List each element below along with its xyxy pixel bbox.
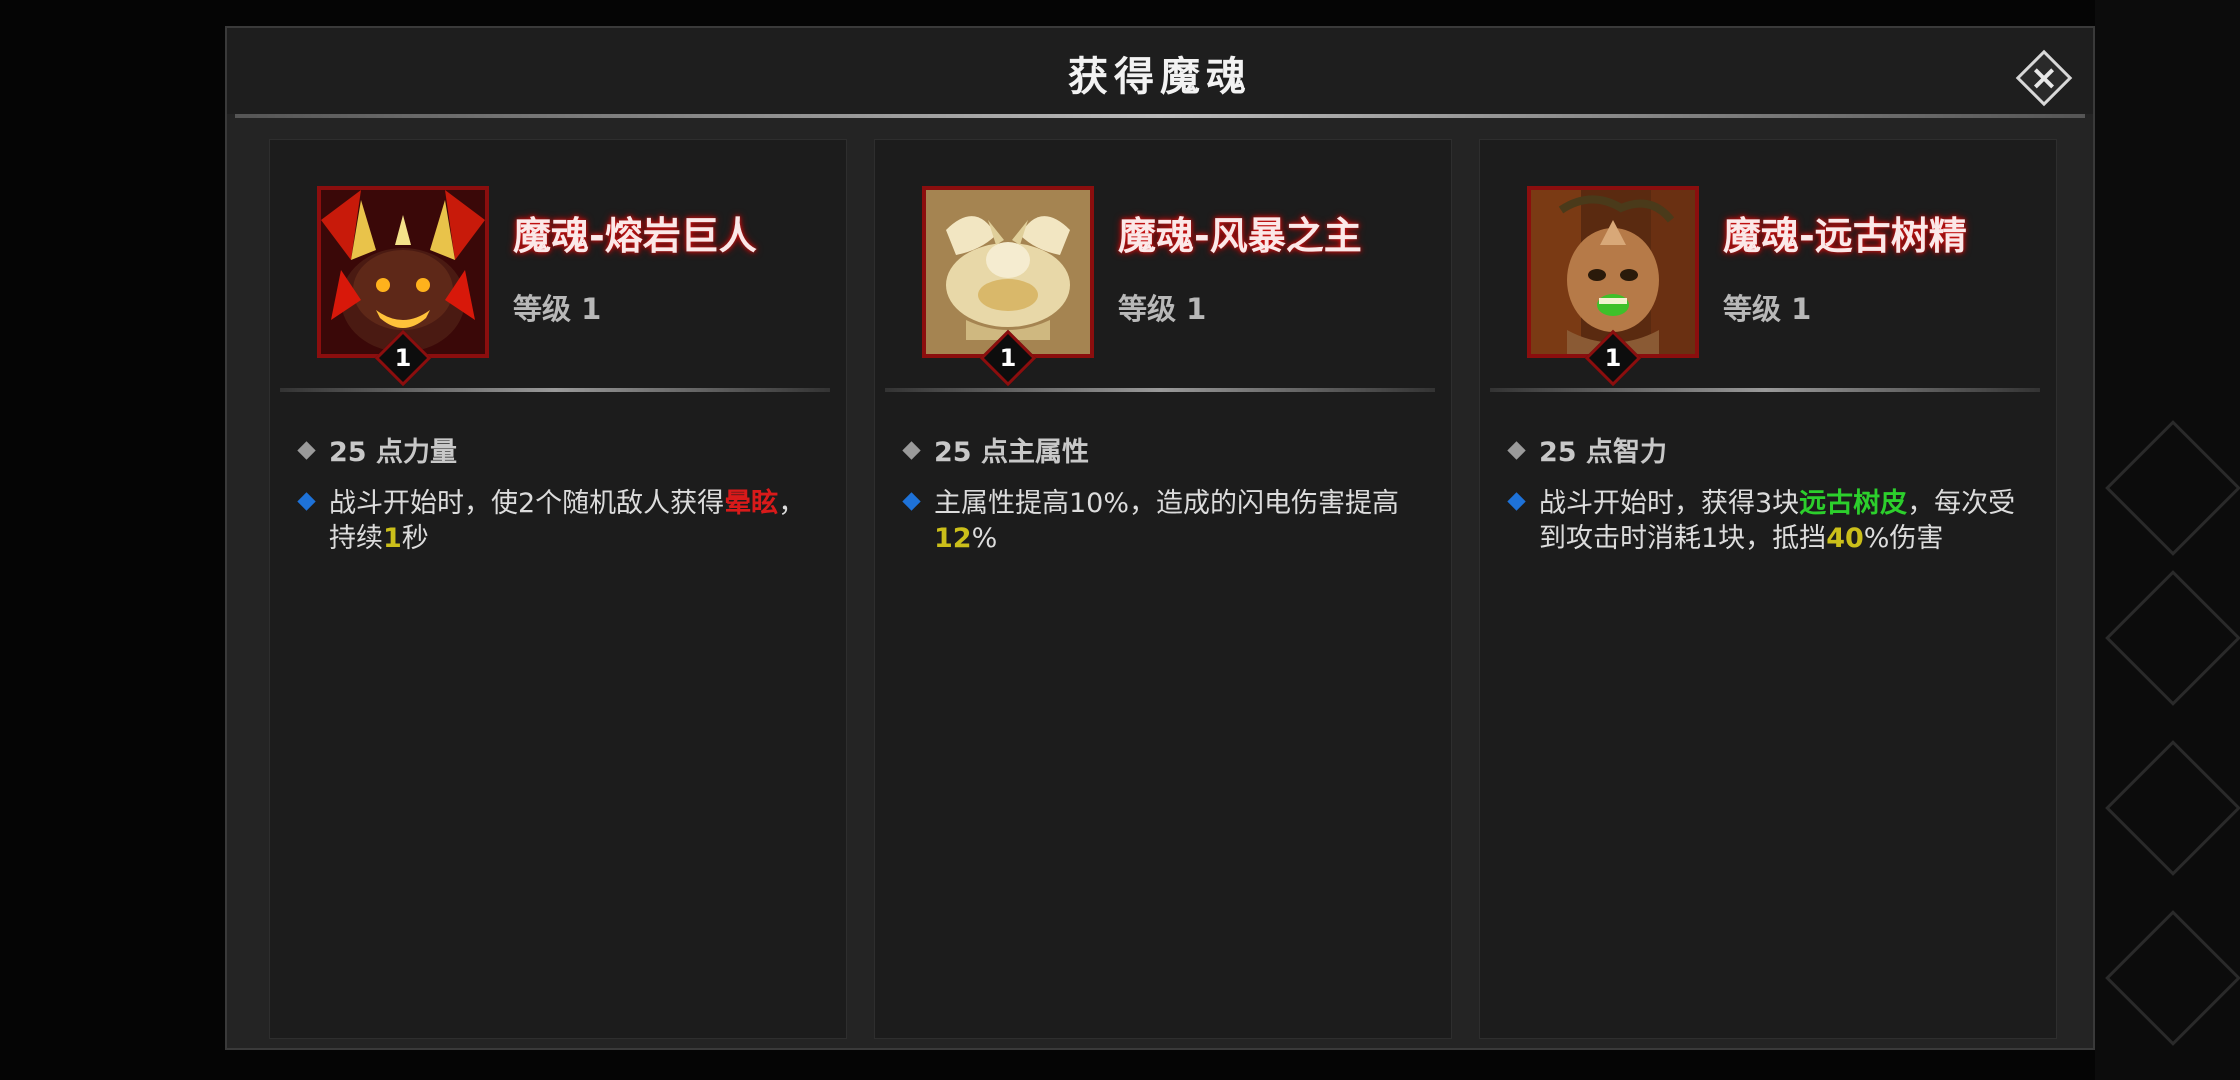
- stat-text: 25 点力量: [329, 437, 457, 468]
- soul-level: 等级 1: [513, 292, 602, 326]
- background-menu-icon: [2105, 910, 2240, 1046]
- soul-name: 魔魂-远古树精: [1723, 214, 1967, 258]
- stat-line: 25 点主属性: [902, 430, 1089, 469]
- soul-reward-dialog: 获得魔魂 × 1 魔魂-熔岩巨人 等级 1 25 点力量 战斗开始时，使2个随机…: [225, 26, 2095, 1050]
- level-badge: 1: [1584, 329, 1642, 387]
- effect-number: 1: [383, 523, 402, 554]
- effect-line: 战斗开始时，使2个随机敌人获得晕眩，持续1秒: [297, 486, 830, 556]
- close-icon: ×: [2029, 58, 2059, 98]
- soul-card-storm-lord[interactable]: 1 魔魂-风暴之主 等级 1 25 点主属性 主属性提高10%，造成的闪电伤害提…: [874, 139, 1452, 1039]
- effect-text-part: 战斗开始时，获得3块: [1539, 488, 1800, 519]
- background-side-menu: [2095, 0, 2240, 1080]
- effect-text: 主属性提高10%，造成的闪电伤害提高 12%: [934, 486, 1434, 556]
- effect-line: 战斗开始时，获得3块远古树皮，每次受到攻击时消耗1块，抵挡40%伤害: [1507, 486, 2040, 556]
- card-divider: [885, 388, 1435, 392]
- blue-diamond-icon: [902, 492, 921, 511]
- card-divider: [280, 388, 830, 392]
- soul-name: 魔魂-风暴之主: [1118, 214, 1362, 258]
- stat-line: 25 点智力: [1507, 430, 1667, 469]
- soul-card-lava-giant[interactable]: 1 魔魂-熔岩巨人 等级 1 25 点力量 战斗开始时，使2个随机敌人获得晕眩，…: [269, 139, 847, 1039]
- soul-level: 等级 1: [1118, 292, 1207, 326]
- gray-diamond-icon: [297, 441, 316, 460]
- effect-text-part: %: [971, 523, 998, 554]
- effect-number: 40: [1826, 523, 1864, 554]
- level-badge: 1: [979, 329, 1037, 387]
- blue-diamond-icon: [297, 492, 316, 511]
- background-menu-icon: [2105, 740, 2240, 876]
- effect-text: 战斗开始时，使2个随机敌人获得晕眩，持续1秒: [329, 486, 829, 556]
- effect-line: 主属性提高10%，造成的闪电伤害提高 12%: [902, 486, 1435, 556]
- effect-keyword: 晕眩: [724, 488, 779, 519]
- effect-text-part: 主属性提高10%，造成的闪电伤害提高: [934, 488, 1400, 519]
- blue-diamond-icon: [1507, 492, 1526, 511]
- header-divider: [235, 114, 2085, 118]
- background-menu-icon: [2105, 420, 2240, 556]
- dialog-header: 获得魔魂: [227, 28, 2093, 114]
- stat-text: 25 点智力: [1539, 437, 1667, 468]
- soul-name: 魔魂-熔岩巨人: [513, 214, 757, 258]
- gray-diamond-icon: [1507, 441, 1526, 460]
- soul-card-ancient-treant[interactable]: 1 魔魂-远古树精 等级 1 25 点智力 战斗开始时，获得3块远古树皮，每次受…: [1479, 139, 2057, 1039]
- stat-text: 25 点主属性: [934, 437, 1089, 468]
- effect-text: 战斗开始时，获得3块远古树皮，每次受到攻击时消耗1块，抵挡40%伤害: [1539, 486, 2039, 556]
- background-menu-icon: [2105, 570, 2240, 706]
- card-divider: [1490, 388, 2040, 392]
- effect-text-part: 秒: [401, 523, 429, 554]
- stat-line: 25 点力量: [297, 430, 457, 469]
- gray-diamond-icon: [902, 441, 921, 460]
- effect-text-part: %伤害: [1863, 523, 1944, 554]
- level-badge: 1: [374, 329, 432, 387]
- soul-level: 等级 1: [1723, 292, 1812, 326]
- effect-number: 12: [934, 523, 972, 554]
- close-button[interactable]: ×: [2014, 48, 2074, 108]
- effect-keyword: 远古树皮: [1799, 488, 1908, 519]
- dialog-title: 获得魔魂: [1068, 54, 1252, 100]
- effect-text-part: 战斗开始时，使2个随机敌人获得: [329, 488, 725, 519]
